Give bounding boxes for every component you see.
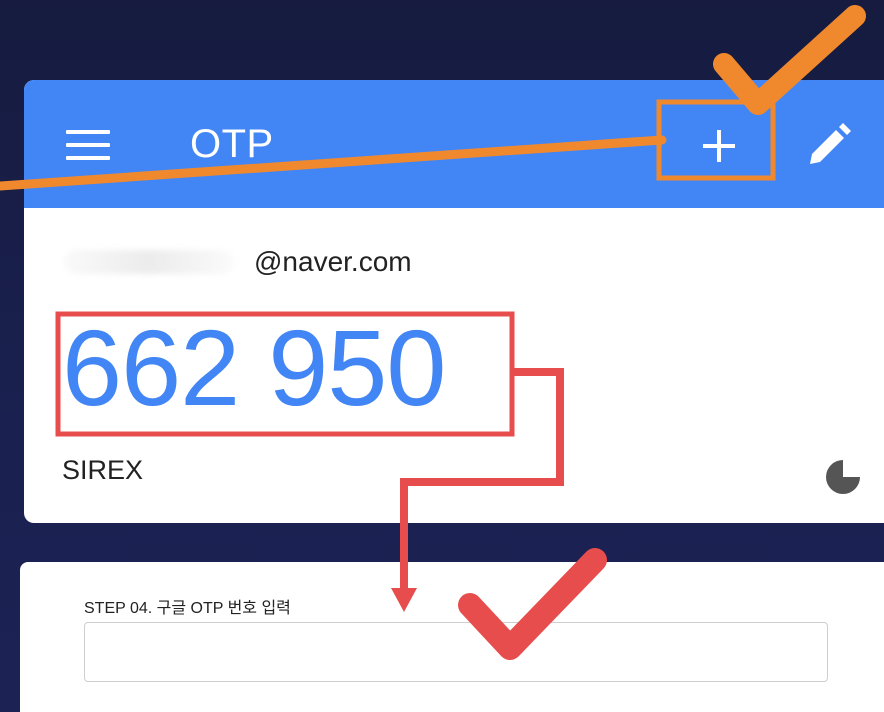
countdown-pie-icon	[826, 460, 860, 494]
app-title: OTP	[190, 122, 274, 166]
plus-icon	[703, 130, 735, 162]
otp-input-field[interactable]	[84, 622, 828, 682]
app-bar: OTP	[24, 80, 884, 208]
issuer-name: SIREX	[62, 455, 144, 485]
account-email: @naver.com	[254, 246, 412, 277]
otp-app-card: OTP @naver.com 662 950 SIREX	[24, 80, 884, 523]
step-label: STEP 04. 구글 OTP 번호 입력	[84, 600, 291, 617]
edit-button[interactable]	[806, 120, 852, 166]
step-card: STEP 04. 구글 OTP 번호 입력	[20, 562, 884, 712]
pencil-icon	[810, 123, 851, 164]
add-account-button[interactable]	[664, 110, 774, 182]
hamburger-menu-icon[interactable]	[66, 130, 110, 162]
blurred-account-name	[64, 250, 234, 274]
otp-code[interactable]: 662 950	[62, 308, 446, 428]
